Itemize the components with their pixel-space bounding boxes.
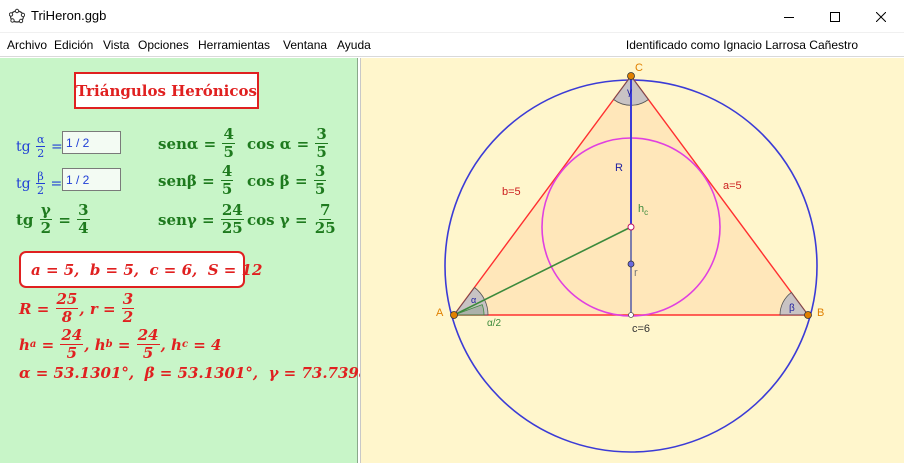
- tg-beta-label: tg β2 =: [16, 170, 63, 197]
- menu-ventana[interactable]: Ventana: [283, 38, 327, 52]
- algebra-panel: Triángulos Herónicos tg α2 = tg β2 = tg …: [0, 58, 377, 471]
- label-a: A: [436, 307, 444, 319]
- point-b[interactable]: [804, 311, 812, 319]
- label-side-b: b=5: [502, 186, 521, 198]
- label-side-c: c=6: [632, 323, 650, 335]
- menu-opciones[interactable]: Opciones: [138, 38, 189, 52]
- label-r-small: r: [634, 267, 638, 279]
- tg-alpha-label: tg α2 =: [16, 133, 63, 160]
- cos-gamma-value: cos γ = 7 25: [247, 201, 336, 237]
- construction-canvas[interactable]: A B C b=5 a=5 c=6 R hc α β γ α/2 r: [361, 58, 904, 471]
- menu-ayuda[interactable]: Ayuda: [337, 38, 371, 52]
- label-c: C: [635, 62, 643, 74]
- sen-beta-value: senβ = 45: [158, 162, 234, 198]
- menu-herramientas[interactable]: Herramientas: [198, 38, 270, 52]
- sen-alpha-value: senα = 45: [158, 125, 235, 161]
- menu-archivo[interactable]: Archivo: [7, 38, 47, 52]
- menu-edicion[interactable]: Edición: [54, 38, 93, 52]
- radii-value: R = 25 8, r = 32: [19, 290, 135, 326]
- label-half-alpha: α/2: [487, 318, 502, 329]
- label-beta: β: [789, 303, 795, 314]
- menu-vista[interactable]: Vista: [103, 38, 129, 52]
- heights-value: ha = 24 5, hb = 24 5, hc = 4: [19, 326, 222, 362]
- login-status: Identificado como Ignacio Larrosa Cañest…: [625, 38, 858, 52]
- minimize-icon: [784, 16, 794, 18]
- maximize-icon: [830, 11, 840, 22]
- angles-value: α = 53.1301°, β = 53.1301°, γ = 73.7398°: [19, 364, 377, 382]
- label-b: B: [817, 307, 824, 319]
- minimize-button[interactable]: [766, 0, 812, 33]
- point-a[interactable]: [450, 311, 458, 319]
- tg-beta-input[interactable]: [62, 168, 121, 191]
- close-button[interactable]: [858, 0, 904, 33]
- tg-gamma-value: tg γ2 = 34: [16, 201, 90, 237]
- sides-box: a = 5, b = 5, c = 6, S = 12: [19, 251, 262, 288]
- foot-point[interactable]: [628, 312, 634, 318]
- label-gamma: γ: [627, 87, 632, 98]
- label-alpha: α: [471, 295, 476, 305]
- geogebra-app-icon: [9, 8, 25, 24]
- panel-title: Triángulos Herónicos: [74, 72, 259, 109]
- label-side-a: a=5: [723, 180, 742, 192]
- label-r-big: R: [615, 162, 623, 174]
- cos-beta-value: cos β = 35: [247, 162, 327, 198]
- maximize-button[interactable]: [812, 0, 858, 33]
- menu-bar: Archivo Edición Vista Opciones Herramien…: [0, 33, 904, 57]
- incenter-point[interactable]: [627, 223, 635, 231]
- close-icon: [876, 11, 886, 22]
- point-c[interactable]: [627, 72, 635, 80]
- window-title: TriHeron.ggb: [31, 8, 107, 23]
- sides-value: a = 5, b = 5, c = 6, S = 12: [31, 260, 263, 279]
- graphics-view[interactable]: A B C b=5 a=5 c=6 R hc α β γ α/2 r: [360, 58, 904, 471]
- tg-alpha-input[interactable]: [62, 131, 121, 154]
- bottom-strip: [0, 463, 904, 471]
- title-bar: TriHeron.ggb: [0, 0, 904, 33]
- cos-alpha-value: cos α = 35: [247, 125, 328, 161]
- sen-gamma-value: senγ = 24 25: [158, 201, 244, 237]
